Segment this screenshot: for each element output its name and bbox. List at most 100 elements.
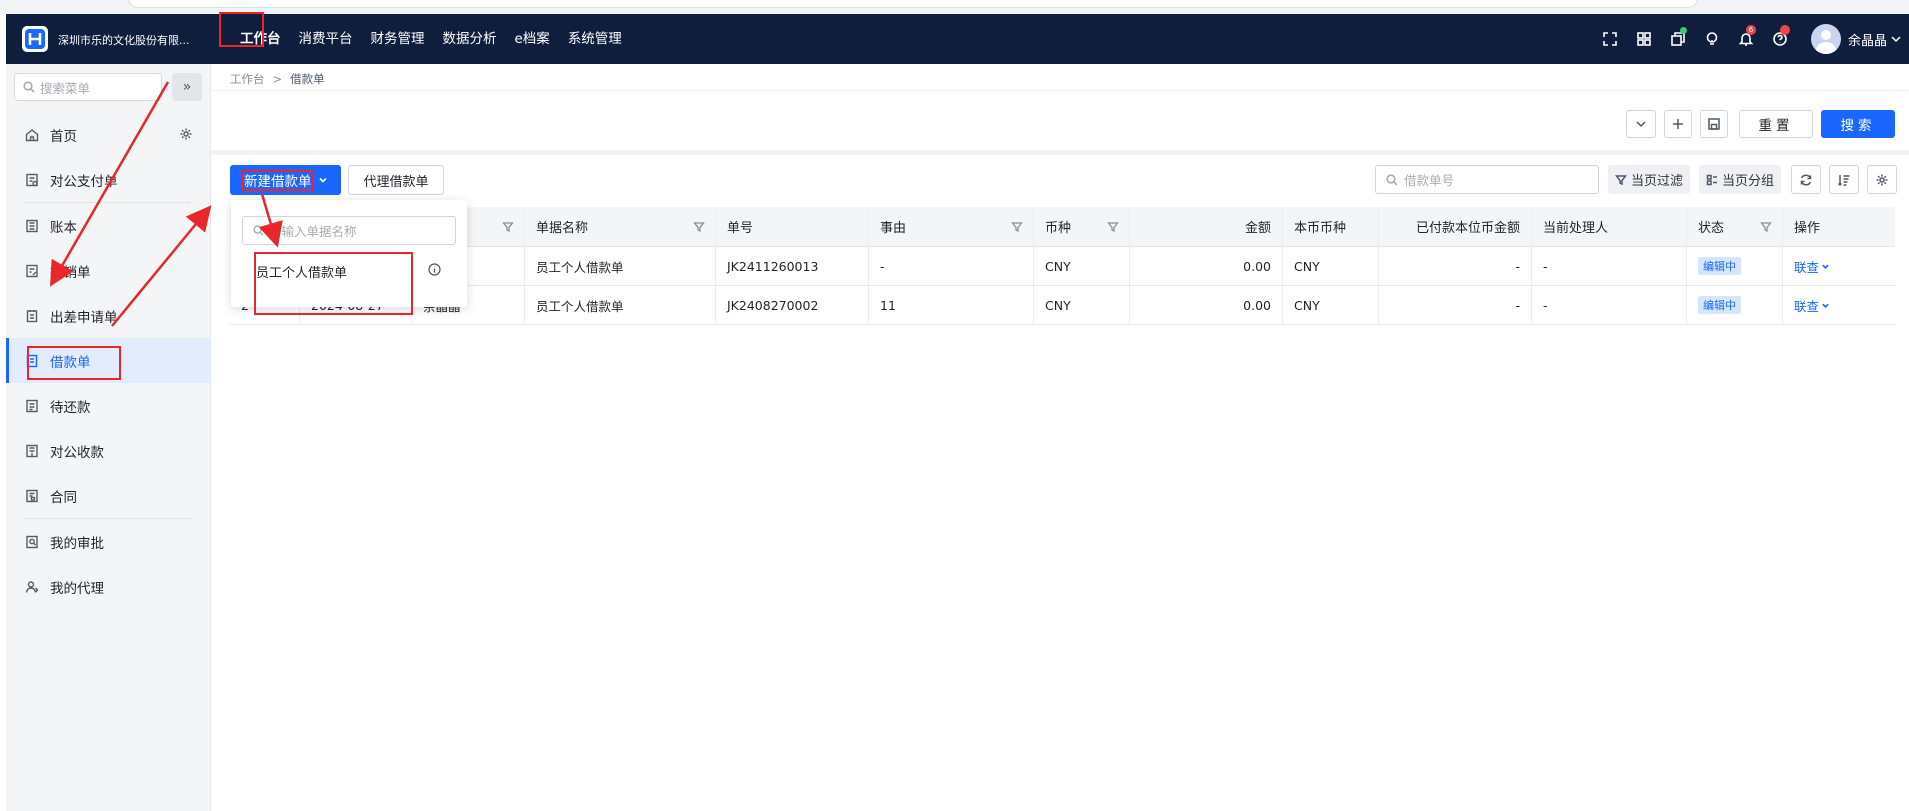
page-group-button[interactable]: 当页分组 [1699,165,1782,194]
filter-icon[interactable] [1011,221,1023,233]
filter-icon[interactable] [1760,221,1772,233]
refresh-button[interactable] [1791,165,1821,194]
online-dot [1679,27,1687,34]
username[interactable]: 余晶晶 [1848,30,1887,49]
sidebar-item-my-approvals[interactable]: 我的审批 [6,519,211,564]
sidebar-item-loan[interactable]: 借款单 [6,338,211,383]
row-status-cell: 编辑中 [1687,286,1783,324]
sidebar-item-pending-repayment[interactable]: 待还款 [6,383,211,428]
loan-number-placeholder: 借款单号 [1404,173,1455,188]
fullscreen-icon[interactable] [1593,14,1627,64]
help-icon[interactable] [1763,14,1797,64]
sidebar-item-corporate-receipt[interactable]: 对公收款 [6,428,211,473]
sidebar-item-label: 合同 [50,489,77,506]
gear-icon [1876,174,1888,185]
doc-name-search-input[interactable]: 请输入单据名称 [242,216,456,245]
table-row[interactable]: 2 2024-08-27 余晶晶 员工个人借款单 JK2408270002 11… [230,286,1895,325]
chevron-down-icon[interactable] [1891,34,1901,44]
add-filter-button[interactable] [1664,110,1692,138]
table-row[interactable]: 1 员工个人借款单 JK2411260013 - CNY 0.00 CNY - … [230,247,1895,286]
table-header-doc-no[interactable]: 单号 [716,207,869,246]
row-currency: CNY [1034,286,1130,324]
lightbulb-icon[interactable] [1695,14,1729,64]
sidebar-item-label: 待还款 [50,399,91,416]
sidebar-item-contract[interactable]: 合同 [6,473,211,518]
table-header-reason[interactable]: 事由 [869,207,1034,246]
app-logo-icon[interactable] [22,26,48,52]
nav-consumption[interactable]: 消费平台 [290,14,362,64]
nav-data-analysis[interactable]: 数据分析 [434,14,506,64]
sidebar-item-reimbursement[interactable]: 报销单 [6,248,211,293]
row-local-currency: CNY [1283,286,1379,324]
settings-button[interactable] [1867,165,1897,194]
bell-icon[interactable]: 6 [1729,14,1763,64]
row-paid-amount: - [1379,286,1532,324]
status-badge: 编辑中 [1698,257,1741,275]
sidebar-item-home[interactable]: 首页 [6,112,211,157]
browser-address-bar[interactable] [128,0,1698,8]
linked-query-link[interactable]: 联查 [1794,257,1830,276]
sidebar-item-corporate-payment[interactable]: 对公支付单 [6,157,211,202]
table-header-amount[interactable]: 金额 [1130,207,1283,246]
column-label: 单据名称 [536,221,589,236]
sidebar-item-label: 借款单 [50,354,91,371]
top-header: 深圳市乐的文化股份有限... 工作台 消费平台 财务管理 数据分析 e档案 系统… [6,14,1909,64]
apps-grid-icon[interactable] [1627,14,1661,64]
sidebar-item-label: 对公收款 [50,444,104,461]
repay-icon [24,398,40,414]
nav-e-archive[interactable]: e档案 [506,14,559,64]
table-header-currency[interactable]: 币种 [1034,207,1130,246]
column-settings-button[interactable] [1829,165,1859,194]
column-label: 状态 [1698,221,1725,236]
row-paid-amount: - [1379,247,1532,285]
nav-finance[interactable]: 财务管理 [362,14,434,64]
row-actions: 联查 [1783,286,1895,324]
row-doc-no[interactable]: JK2411260013 [716,247,869,285]
menu-search-input[interactable]: 搜索菜单 [14,73,162,101]
avatar[interactable] [1810,24,1841,54]
dropdown-item-employee-loan[interactable]: 员工个人借款单 [256,262,347,281]
row-local-currency: CNY [1283,247,1379,285]
table-header-status[interactable]: 状态 [1687,207,1783,246]
filter-icon [1615,174,1627,185]
search-button[interactable]: 搜索 [1821,110,1895,138]
breadcrumb-root[interactable]: 工作台 [230,71,265,87]
expand-filters-button[interactable] [1626,110,1656,138]
info-icon[interactable] [428,263,441,276]
loan-doc-icon [24,353,40,369]
row-doc-name: 员工个人借款单 [525,247,716,285]
agent-loan-button[interactable]: 代理借款单 [348,165,444,195]
reset-button[interactable]: 重置 [1739,110,1813,138]
windows-icon[interactable] [1661,14,1695,64]
table-header-local-currency[interactable]: 本币币种 [1283,207,1379,246]
table-header-paid-amount[interactable]: 已付款本位币金额 [1379,207,1532,246]
nav-workbench[interactable]: 工作台 [231,14,290,64]
filter-icon[interactable] [1107,221,1119,233]
user-menu[interactable]: 余晶晶 [1810,24,1901,54]
table-header-doc-name[interactable]: 单据名称 [525,207,716,246]
page-filter-button[interactable]: 当页过滤 [1608,165,1691,194]
loan-number-search-input[interactable]: 借款单号 [1375,165,1599,194]
nav-system[interactable]: 系统管理 [559,14,631,64]
filter-icon[interactable] [502,221,514,233]
gear-icon[interactable] [179,127,193,141]
column-label: 当前处理人 [1543,221,1609,236]
sidebar-item-travel-request[interactable]: 出差申请单 [6,293,211,338]
notification-badge: 6 [1745,25,1756,35]
linked-query-link[interactable]: 联查 [1794,296,1830,315]
search-icon [253,225,264,236]
new-loan-button[interactable]: 新建借款单 [230,165,341,195]
page-group-label: 当页分组 [1722,174,1775,189]
save-filter-button[interactable] [1700,110,1728,138]
row-doc-no[interactable]: JK2408270002 [716,286,869,324]
column-label: 操作 [1794,221,1821,236]
search-icon [1386,173,1398,186]
new-loan-label: 新建借款单 [244,174,312,190]
sidebar-item-ledger[interactable]: 账本 [6,203,211,248]
filter-icon[interactable] [693,221,705,233]
company-name[interactable]: 深圳市乐的文化股份有限... [58,32,190,48]
sidebar-item-my-agents[interactable]: 我的代理 [6,564,211,609]
sidebar-collapse-button[interactable]: » [172,73,202,101]
table-header-handler[interactable]: 当前处理人 [1532,207,1687,246]
sidebar-item-label: 对公支付单 [50,173,118,190]
